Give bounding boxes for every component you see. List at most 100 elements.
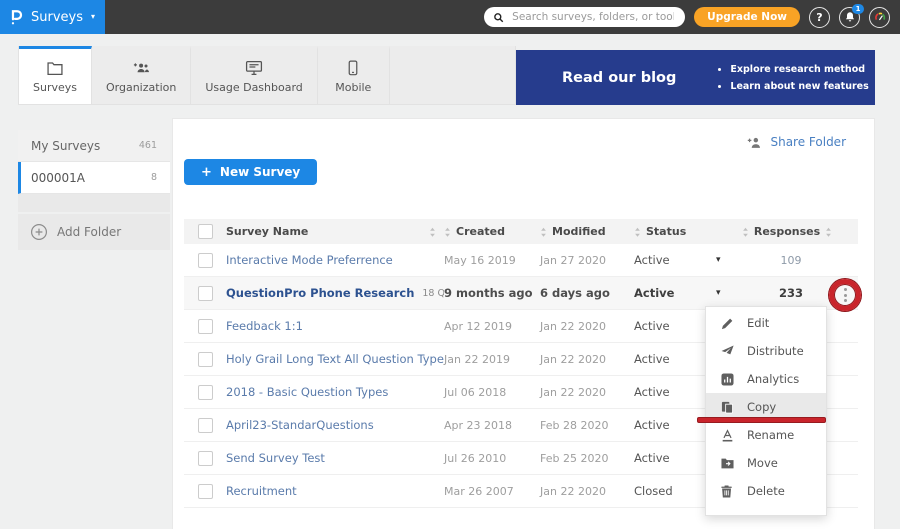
usage-dashboard-icon	[245, 60, 263, 76]
created-cell: Jul 06 2018	[444, 386, 540, 399]
modified-cell: Feb 25 2020	[540, 452, 634, 465]
add-folder-button[interactable]: Add Folder	[18, 214, 170, 250]
tab-label: Surveys	[33, 81, 77, 94]
table-row[interactable]: Interactive Mode Preferrence May 16 2019…	[184, 244, 858, 277]
created-cell: Apr 23 2018	[444, 419, 540, 432]
row-checkbox[interactable]	[198, 451, 213, 466]
primary-tabs: Surveys Organization Usage Dashboard Mob…	[18, 46, 516, 105]
tab-label: Usage Dashboard	[205, 81, 302, 94]
app-window: Surveys ▾ Upgrade Now ? 1	[0, 0, 900, 529]
person-add-icon	[746, 136, 763, 149]
blog-banner[interactable]: Read our blog Explore research method Le…	[516, 50, 875, 105]
context-menu-item[interactable]: Rename	[706, 421, 826, 449]
copy-icon	[721, 401, 734, 414]
sort-icon[interactable]	[429, 227, 436, 237]
caret-down-icon[interactable]: ▾	[716, 288, 721, 298]
search-icon	[493, 12, 504, 23]
tab[interactable]: Usage Dashboard	[191, 46, 317, 104]
questionpro-logo-icon	[10, 9, 23, 26]
row-checkbox[interactable]	[198, 253, 213, 268]
modified-cell: Jan 22 2020	[540, 485, 634, 498]
context-menu-item-label: Move	[747, 456, 778, 470]
product-menu-button[interactable]: Surveys ▾	[0, 0, 105, 34]
created-cell: Apr 12 2019	[444, 320, 540, 333]
row-checkbox[interactable]	[198, 352, 213, 367]
tab[interactable]: Surveys	[19, 46, 92, 104]
plus-circle-icon	[30, 223, 48, 241]
blog-banner-title: Read our blog	[562, 70, 676, 86]
status-cell: Active	[634, 286, 716, 300]
context-menu-item[interactable]: Delete	[706, 477, 826, 505]
row-checkbox[interactable]	[198, 418, 213, 433]
status-cell: Active	[634, 385, 716, 399]
folder-count: 461	[139, 140, 157, 151]
sort-icon[interactable]	[825, 227, 832, 237]
notification-badge: 1	[852, 4, 864, 14]
survey-name-link[interactable]: Send Survey Test	[226, 451, 325, 465]
status-cell: Active	[634, 418, 716, 432]
column-responses: Responses	[754, 225, 820, 238]
folder-label: My Surveys	[31, 139, 100, 153]
sidebar-folder-item[interactable]: 000001A 8	[18, 162, 170, 194]
modified-cell: Jan 22 2020	[540, 320, 634, 333]
modified-cell: Jan 22 2020	[540, 386, 634, 399]
modified-cell: Jan 27 2020	[540, 254, 634, 267]
context-menu-item[interactable]: Edit	[706, 309, 826, 337]
help-button[interactable]: ?	[809, 7, 830, 28]
row-checkbox[interactable]	[198, 286, 213, 301]
folder-label: 000001A	[31, 171, 85, 185]
modified-cell: Jan 22 2020	[540, 353, 634, 366]
context-menu-item[interactable]: Move	[706, 449, 826, 477]
select-all-checkbox[interactable]	[198, 224, 213, 239]
column-created: Created	[456, 225, 505, 238]
status-cell: Active	[634, 253, 716, 267]
caret-down-icon[interactable]: ▾	[716, 255, 721, 265]
analytics-icon	[721, 373, 734, 386]
survey-name-link[interactable]: QuestionPro Phone Research	[226, 286, 414, 300]
row-checkbox[interactable]	[198, 385, 213, 400]
created-cell: May 16 2019	[444, 254, 540, 267]
context-menu-item[interactable]: Copy	[706, 393, 826, 421]
row-checkbox[interactable]	[198, 484, 213, 499]
sort-icon[interactable]	[634, 227, 641, 237]
folder-count: 8	[151, 172, 157, 183]
row-context-menu: Edit Distribute Analytics Copy Rename	[705, 306, 827, 516]
status-cell: Active	[634, 319, 716, 333]
upgrade-now-button[interactable]: Upgrade Now	[694, 7, 800, 27]
tab-label: Mobile	[335, 81, 371, 94]
search-input[interactable]	[510, 10, 676, 24]
blog-banner-bullets: Explore research method Learn about new …	[718, 61, 868, 95]
new-survey-button[interactable]: + New Survey	[184, 159, 317, 185]
survey-name-link[interactable]: Holy Grail Long Text All Question Types	[226, 352, 444, 366]
blog-banner-bullet: Explore research method	[730, 61, 868, 78]
status-cell: Closed	[634, 484, 716, 498]
tab[interactable]: Organization	[92, 46, 191, 104]
context-menu-item-label: Rename	[747, 428, 794, 442]
sort-icon[interactable]	[540, 227, 547, 237]
context-menu-item-label: Copy	[747, 400, 776, 414]
feedback-gauge-button[interactable]	[869, 7, 890, 28]
row-checkbox[interactable]	[198, 319, 213, 334]
context-menu-item[interactable]: Analytics	[706, 365, 826, 393]
survey-name-link[interactable]: Recruitment	[226, 484, 297, 498]
tab-label: Organization	[106, 81, 176, 94]
share-folder-label: Share Folder	[770, 135, 846, 149]
sort-icon[interactable]	[742, 227, 749, 237]
topbar-actions: Upgrade Now ? 1	[484, 7, 900, 28]
sidebar-folder-item[interactable]: My Surveys 461	[18, 130, 170, 162]
notifications-button[interactable]: 1	[839, 7, 860, 28]
paper-plane-icon	[721, 345, 734, 358]
global-search	[484, 7, 685, 27]
context-menu-item-label: Analytics	[747, 372, 799, 386]
share-folder-button[interactable]: Share Folder	[746, 135, 846, 149]
column-modified: Modified	[552, 225, 606, 238]
sort-icon[interactable]	[444, 227, 451, 237]
context-menu-item[interactable]: Distribute	[706, 337, 826, 365]
survey-name-link[interactable]: Interactive Mode Preferrence	[226, 253, 393, 267]
survey-name-link[interactable]: Feedback 1:1	[226, 319, 303, 333]
survey-name-link[interactable]: 2018 - Basic Question Types	[226, 385, 388, 399]
tab[interactable]: Mobile	[318, 46, 390, 104]
survey-name-link[interactable]: April23-StandarQuestions	[226, 418, 374, 432]
status-cell: Active	[634, 352, 716, 366]
row-actions-button[interactable]	[838, 283, 852, 307]
